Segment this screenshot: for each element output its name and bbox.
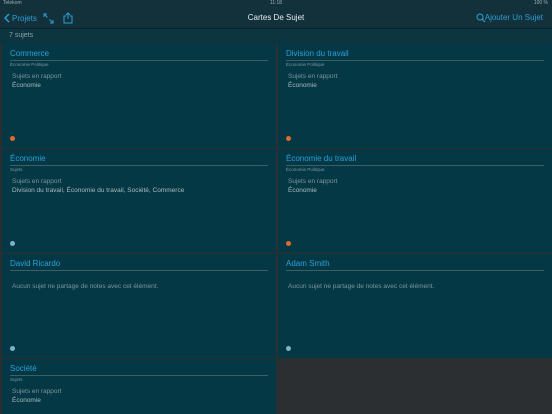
card-title: Commerce: [10, 49, 50, 58]
related-subjects-heading: Sujets en rapport: [288, 178, 338, 185]
card-title: Société: [10, 364, 37, 373]
subject-card-division-du-travail[interactable]: Division du travail Économie Politique S…: [278, 44, 552, 148]
subject-count-bar: 7 sujets: [0, 29, 552, 44]
related-subjects-list: Économie: [12, 397, 41, 404]
subject-card-grid: Commerce Économie Politique Sujets en ra…: [0, 44, 552, 414]
subject-card-adam-smith[interactable]: Adam Smith Aucun sujet ne partage de not…: [278, 254, 552, 358]
color-dot: [286, 346, 291, 351]
related-subjects-heading: Sujets en rapport: [12, 73, 62, 80]
card-divider: [286, 60, 544, 61]
back-button-label: Projets: [12, 13, 37, 23]
card-title: David Ricardo: [10, 259, 61, 268]
card-type: Sujets: [10, 167, 23, 172]
no-related-subjects-message: Aucun sujet ne partage de notes avec cet…: [12, 283, 159, 290]
add-subject-button[interactable]: Ajouter Un Sujet: [485, 10, 543, 26]
card-divider: [286, 165, 544, 166]
color-dot: [10, 346, 15, 351]
card-title: Économie: [10, 154, 46, 163]
page-title: Cartes De Sujet: [247, 13, 305, 22]
related-subjects-list: Économie: [288, 187, 317, 194]
related-subjects-list: Économie: [12, 82, 41, 89]
related-subjects-list: Économie: [288, 82, 317, 89]
color-dot: [10, 136, 15, 141]
card-type: Économie Politique: [286, 62, 325, 67]
subject-card-economie-du-travail[interactable]: Économie du travail Économie Politique S…: [278, 149, 552, 253]
status-bar: Telekom 11:18 100 %: [0, 0, 552, 7]
card-divider: [10, 270, 268, 271]
back-button[interactable]: Projets: [4, 10, 37, 26]
card-divider: [10, 375, 268, 376]
card-type: Économie Politique: [286, 167, 325, 172]
subject-card-david-ricardo[interactable]: David Ricardo Aucun sujet ne partage de …: [2, 254, 276, 358]
subject-card-economie[interactable]: Économie Sujets Sujets en rapport Divisi…: [2, 149, 276, 253]
clock-label: 11:18: [269, 0, 283, 6]
related-subjects-heading: Sujets en rapport: [12, 178, 62, 185]
chevron-left-icon: [4, 13, 10, 23]
card-title: Division du travail: [286, 49, 349, 58]
subject-card-societe[interactable]: Société Sujets Sujets en rapport Économi…: [2, 359, 276, 414]
card-type: Sujets: [10, 377, 23, 382]
card-title: Économie du travail: [286, 154, 357, 163]
card-divider: [10, 165, 268, 166]
related-subjects-heading: Sujets en rapport: [288, 73, 338, 80]
card-divider: [10, 60, 268, 61]
no-related-subjects-message: Aucun sujet ne partage de notes avec cet…: [288, 283, 435, 290]
navigation-bar: Projets Cartes De Sujet Ajouter Un Sujet: [0, 7, 552, 29]
expand-button[interactable]: [41, 10, 55, 26]
color-dot: [286, 241, 291, 246]
share-icon: [63, 12, 73, 24]
color-dot: [10, 241, 15, 246]
related-subjects-heading: Sujets en rapport: [12, 388, 62, 395]
card-title: Adam Smith: [286, 259, 330, 268]
battery-label: 100 %: [533, 0, 548, 6]
card-type: Économie Politique: [10, 62, 49, 67]
related-subjects-list: Division du travail, Économie du travail…: [12, 187, 185, 194]
card-divider: [286, 270, 544, 271]
subject-card-commerce[interactable]: Commerce Économie Politique Sujets en ra…: [2, 44, 276, 148]
subject-count: 7 sujets: [9, 32, 34, 39]
color-dot: [286, 136, 291, 141]
expand-arrows-icon: [43, 13, 53, 23]
share-button[interactable]: [61, 10, 75, 26]
